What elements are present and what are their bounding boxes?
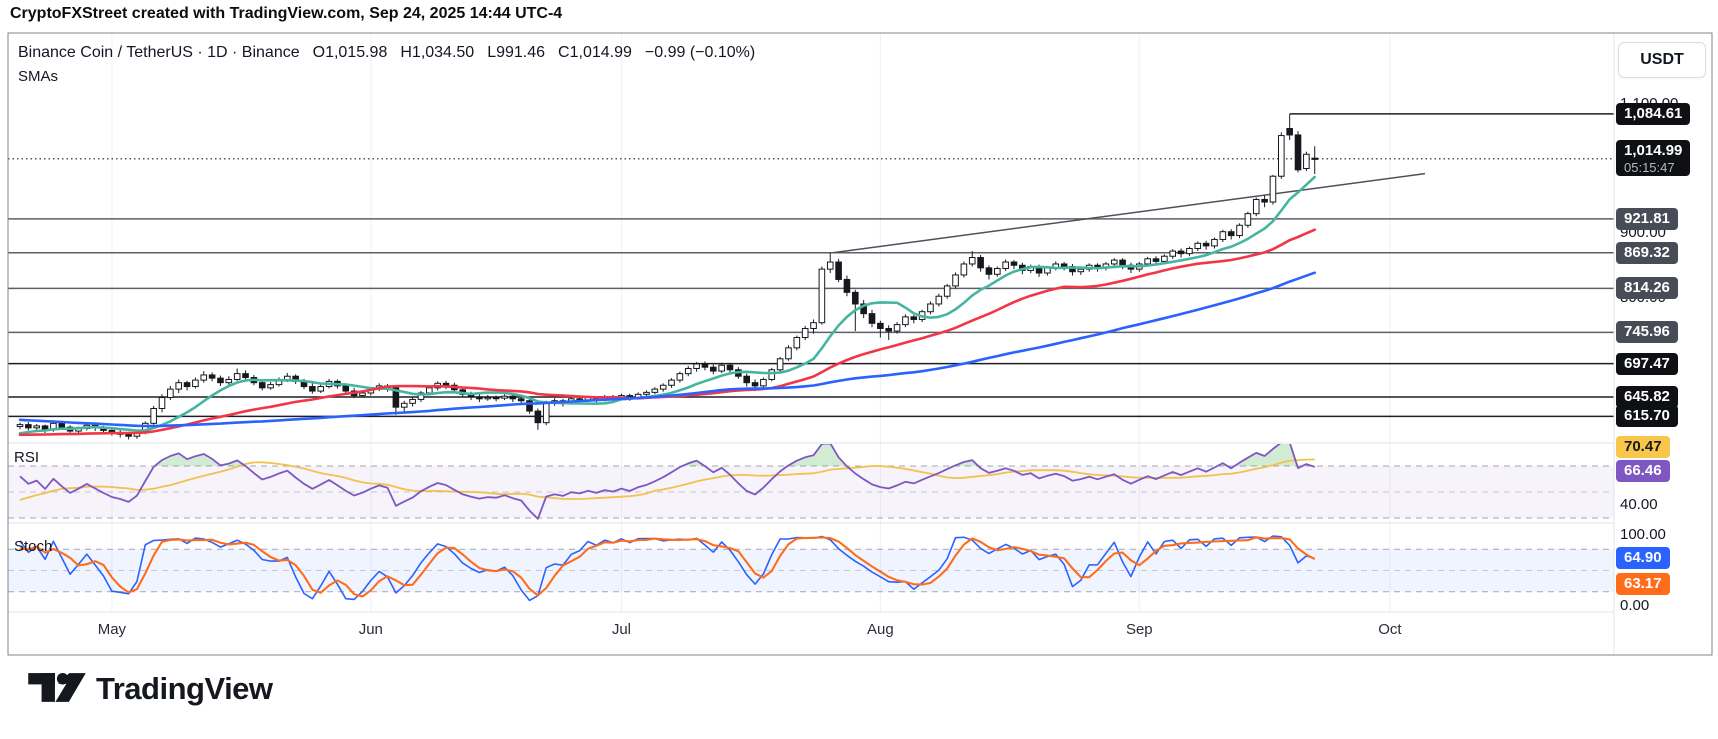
ohlc-change: −0.99 (−0.10%) [645, 44, 755, 61]
ohlc-close: C1,014.99 [558, 44, 632, 61]
price-label: 615.70 [1616, 405, 1678, 427]
currency-toggle-button[interactable]: USDT [1618, 42, 1706, 78]
price-label: 869.32 [1616, 242, 1678, 264]
price-label-value: 921.81 [1624, 209, 1670, 229]
price-label-value: 814.26 [1624, 278, 1670, 298]
axis-tick: 40.00 [1620, 495, 1658, 515]
price-label-value: 645.82 [1624, 387, 1670, 407]
rsi-pane-title[interactable]: RSI [14, 449, 39, 466]
ohlc-open: O1,015.98 [313, 44, 388, 61]
price-label-value: 615.70 [1624, 406, 1670, 426]
price-label: 745.96 [1616, 321, 1678, 343]
time-axis-label: Jun [359, 621, 383, 638]
price-label-value: 697.47 [1624, 354, 1670, 374]
axis-tick: 100.00 [1620, 525, 1666, 545]
stoch-k-label: 64.90 [1616, 547, 1670, 569]
price-label: 1,014.9905:15:47 [1616, 140, 1690, 176]
stoch-pane-title[interactable]: Stoch [14, 538, 52, 555]
price-label: 697.47 [1616, 353, 1678, 375]
price-label: 921.81 [1616, 208, 1678, 230]
rsi-label: 66.46 [1616, 460, 1670, 482]
rsi-ma-label: 70.47 [1616, 436, 1670, 458]
time-axis-label: Oct [1378, 621, 1401, 638]
axis-tick: 0.00 [1620, 596, 1649, 616]
countdown-timer: 05:15:47 [1624, 161, 1682, 175]
price-label-value: 745.96 [1624, 322, 1670, 342]
time-axis-label: Aug [867, 621, 894, 638]
price-label-value: 1,084.61 [1624, 104, 1682, 124]
time-axis-label: Jul [612, 621, 631, 638]
ohlc-low: L991.46 [487, 44, 545, 61]
price-label-value: 1,014.99 [1624, 141, 1682, 161]
price-label: 814.26 [1616, 277, 1678, 299]
time-axis-label: Sep [1126, 621, 1153, 638]
tradingview-logo-text: TradingView [96, 671, 273, 707]
tradingview-logo[interactable]: TradingView [28, 670, 273, 707]
chart-canvas[interactable] [0, 0, 1718, 739]
tradingview-snapshot: CryptoFXStreet created with TradingView.… [0, 0, 1718, 739]
sma-overlay-label[interactable]: SMAs [18, 68, 58, 85]
tradingview-logo-icon [28, 670, 86, 707]
time-axis-label: May [98, 621, 126, 638]
symbol-title[interactable]: Binance Coin / TetherUS · 1D · Binance [18, 44, 300, 61]
price-label: 1,084.61 [1616, 103, 1690, 125]
price-label-value: 869.32 [1624, 243, 1670, 263]
symbol-title-row: Binance Coin / TetherUS · 1D · Binance O1… [18, 44, 768, 62]
ohlc-high: H1,034.50 [400, 44, 474, 61]
stoch-d-label: 63.17 [1616, 573, 1670, 595]
